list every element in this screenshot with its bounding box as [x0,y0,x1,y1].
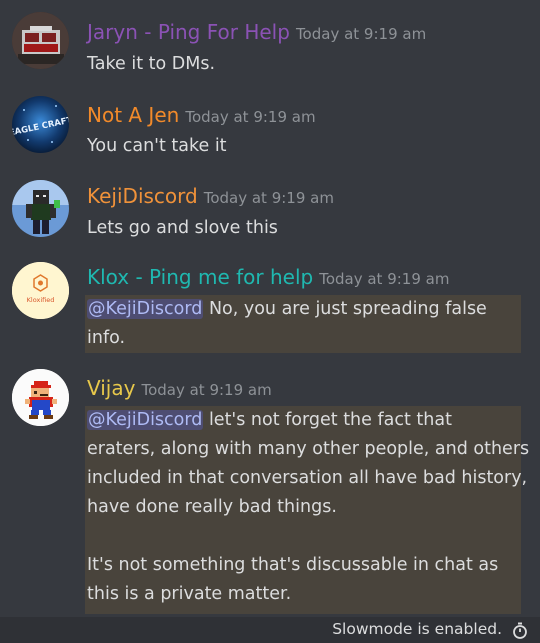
message-line: let's not forget the fact that [203,410,452,430]
eagle-craft-avatar-icon[interactable]: EAGLE CRAFT [12,96,69,153]
fire-truck-avatar-icon[interactable] [12,12,69,69]
message-line: No, you are just spreading false [203,299,487,319]
timestamp: Today at 9:19 am [203,189,334,207]
minecraft-skin-avatar-icon[interactable] [12,180,69,237]
message-line: have done really bad things. [87,497,337,517]
message-text: Take it to DMs. [87,54,216,74]
username[interactable]: Not A Jen [87,103,179,127]
slowmode-text: Slowmode is enabled. [332,620,502,638]
slowmode-bar: Slowmode is enabled. [0,617,540,643]
message-line: included in that conversation all have b… [87,468,528,488]
message-text: @KejiDiscord No, you are just spreading … [87,295,487,353]
timestamp: Today at 9:19 am [319,270,450,288]
timestamp: Today at 9:19 am [185,108,316,126]
timestamp: Today at 9:19 am [141,381,272,399]
username[interactable]: Vijay [87,376,135,400]
message-line: eraters, along with many other people, a… [87,439,530,459]
message-line: info. [87,328,126,348]
message-text: @KejiDiscord let's not forget the fact t… [87,406,529,609]
message-line [87,522,529,551]
username[interactable]: KejiDiscord [87,184,198,208]
message-text: You can't take it [87,136,227,156]
user-mention[interactable]: @KejiDiscord [87,410,204,430]
timestamp: Today at 9:19 am [295,25,427,43]
message-text: Lets go and slove this [87,218,278,238]
kloxified-logo-avatar-icon[interactable]: Kloxified [12,262,69,319]
user-mention[interactable]: @KejiDiscord [87,299,204,319]
username[interactable]: Klox - Ping me for help [87,265,313,289]
message-line: this is a private matter. [87,584,292,604]
mario-avatar-icon[interactable] [12,369,69,426]
message-line: It's not something that's discussable in… [87,555,499,575]
kloxified-logo-text: Kloxified [27,296,55,304]
username[interactable]: Jaryn - Ping For Help [87,20,290,44]
stopwatch-icon[interactable] [512,622,528,639]
